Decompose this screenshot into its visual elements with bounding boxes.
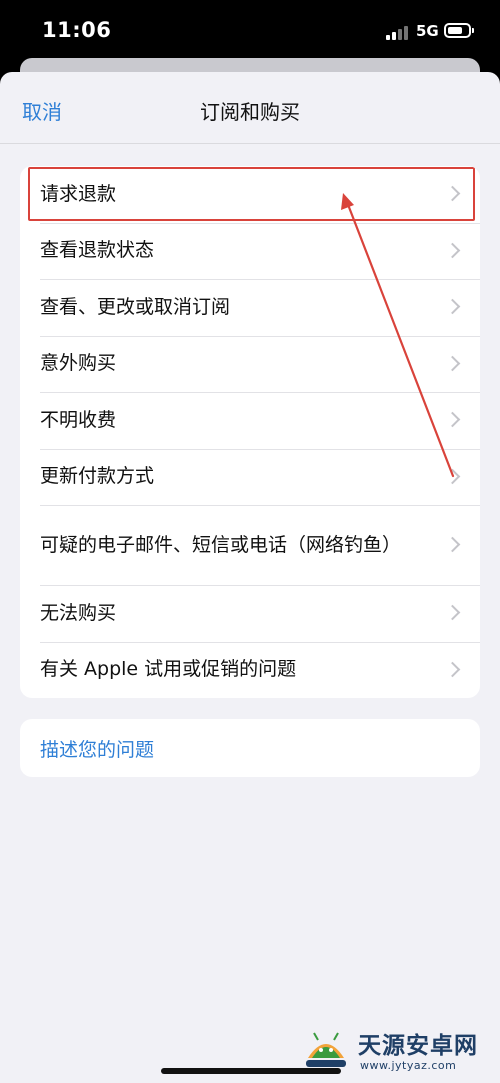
list-item-label: 有关 Apple 试用或促销的问题 bbox=[40, 658, 297, 681]
watermark: 天源安卓网 www.jytyaz.com bbox=[298, 1022, 498, 1082]
describe-issue-group: 描述您的问题 bbox=[20, 719, 480, 777]
nav-bar: 取消 订阅和购买 bbox=[0, 72, 500, 144]
chevron-right-icon bbox=[444, 604, 461, 621]
status-bar: 11:06 5G bbox=[0, 0, 500, 62]
list-item-label: 不明收费 bbox=[40, 408, 117, 431]
list-item-label: 查看退款状态 bbox=[40, 239, 155, 262]
chevron-right-icon bbox=[444, 242, 461, 259]
trial-promo-row[interactable]: 有关 Apple 试用或促销的问题 bbox=[20, 641, 480, 699]
list-item-label: 查看、更改或取消订阅 bbox=[40, 295, 231, 318]
status-time: 11:06 bbox=[42, 18, 112, 42]
signal-icon bbox=[386, 24, 410, 40]
network-label: 5G bbox=[416, 22, 439, 40]
watermark-url: www.jytyaz.com bbox=[360, 1059, 457, 1072]
cannot-purchase-row[interactable]: 无法购买 bbox=[20, 585, 480, 642]
chevron-right-icon bbox=[444, 185, 461, 202]
chevron-right-icon bbox=[444, 298, 461, 315]
battery-icon bbox=[444, 23, 474, 38]
watermark-title: 天源安卓网 bbox=[358, 1033, 478, 1059]
phishing-row[interactable]: 可疑的电子邮件、短信或电话（网络钓鱼） bbox=[20, 505, 480, 585]
chevron-right-icon bbox=[444, 468, 461, 485]
manage-subscriptions-row[interactable]: 查看、更改或取消订阅 bbox=[20, 279, 480, 336]
chevron-right-icon bbox=[444, 536, 461, 553]
android-logo-icon bbox=[306, 1032, 346, 1067]
refund-status-row[interactable]: 查看退款状态 bbox=[20, 222, 480, 280]
list-item-label: 无法购买 bbox=[40, 601, 117, 624]
chevron-right-icon bbox=[444, 411, 461, 428]
describe-issue-link[interactable]: 描述您的问题 bbox=[20, 719, 480, 777]
list-item-label: 请求退款 bbox=[40, 182, 117, 205]
unknown-charge-row[interactable]: 不明收费 bbox=[20, 392, 480, 449]
update-payment-row[interactable]: 更新付款方式 bbox=[20, 448, 480, 506]
request-refund-row[interactable]: 请求退款 bbox=[20, 166, 480, 223]
chevron-right-icon bbox=[444, 355, 461, 372]
list-item-label: 更新付款方式 bbox=[40, 465, 155, 488]
page-title: 订阅和购买 bbox=[200, 100, 300, 124]
chevron-right-icon bbox=[444, 661, 461, 678]
options-list: 请求退款 查看退款状态 查看、更改或取消订阅 意外购买 不明收费 更新付款方式 … bbox=[20, 166, 480, 698]
list-item-label: 意外购买 bbox=[40, 352, 117, 375]
accidental-purchase-row[interactable]: 意外购买 bbox=[20, 335, 480, 393]
support-sheet: 取消 订阅和购买 请求退款 查看退款状态 查看、更改或取消订阅 意外购买 不明收… bbox=[0, 72, 500, 1083]
list-item-label: 可疑的电子邮件、短信或电话（网络钓鱼） bbox=[40, 533, 402, 556]
